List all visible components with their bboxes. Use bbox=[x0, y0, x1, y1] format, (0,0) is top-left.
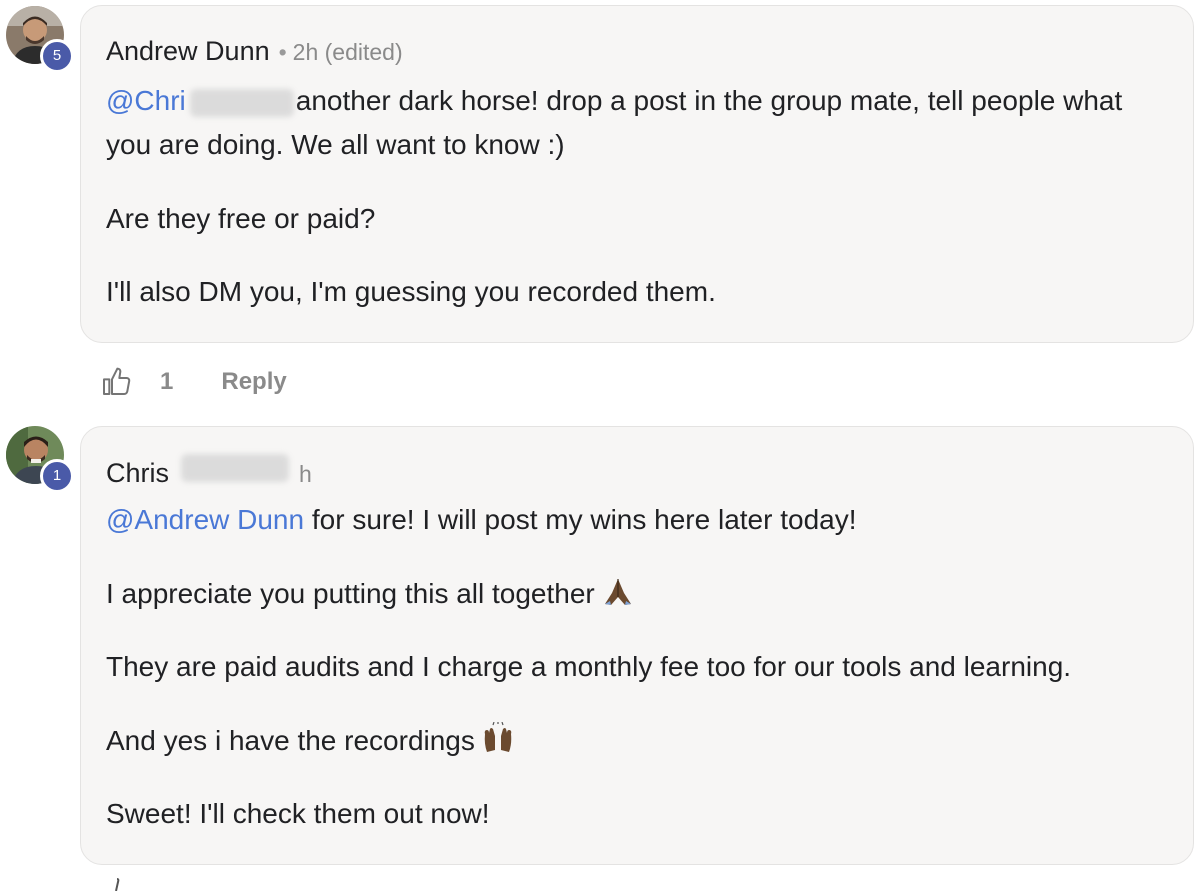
level-badge: 1 bbox=[40, 459, 74, 493]
comment-paragraph: I appreciate you putting this all togeth… bbox=[106, 572, 1186, 620]
comment-text-line1: for sure! I will post my wins here later… bbox=[304, 504, 857, 535]
comment-header: Chris h bbox=[106, 454, 312, 490]
comment-text: @Chri another dark horse! drop a post in … bbox=[106, 79, 1186, 167]
folded-hands-emoji bbox=[601, 576, 635, 620]
mention-link[interactable]: @Andrew Dunn bbox=[106, 504, 304, 535]
comment-bubble: Andrew Dunn • 2h (edited) @Chri another d… bbox=[80, 5, 1194, 343]
comment-bubble: Chris h @Andrew Dunn for sure! I will po… bbox=[80, 426, 1194, 865]
paragraph-text: I appreciate you putting this all togeth… bbox=[106, 578, 595, 609]
redacted-name bbox=[189, 88, 294, 117]
comment-text-line1: another dark horse! drop a post in the g… bbox=[295, 85, 1123, 116]
comment-text: @Andrew Dunn for sure! I will post my wi… bbox=[106, 498, 1186, 542]
author-name[interactable]: Andrew Dunn bbox=[106, 36, 270, 67]
comment-chris: 1 Chris h @Andrew Dunn for sure! I will … bbox=[0, 410, 1200, 880]
reply-button[interactable]: Reply bbox=[221, 368, 286, 396]
comment-paragraph: And yes i have the recordings bbox=[106, 719, 1186, 767]
comment-andrew: 5 Andrew Dunn • 2h (edited) @Chri another… bbox=[0, 0, 1200, 410]
author-name[interactable]: Chris bbox=[106, 458, 169, 489]
thumbs-up-icon bbox=[103, 367, 131, 395]
paragraph-text: And yes i have the recordings bbox=[106, 725, 475, 756]
comment-header: Andrew Dunn • 2h (edited) bbox=[106, 36, 403, 72]
comment-text-line2: you are doing. We all want to know :) bbox=[106, 129, 565, 160]
comment-paragraph: I'll also DM you, I'm guessing you recor… bbox=[106, 276, 716, 307]
timestamp: h bbox=[299, 461, 312, 487]
mention-link[interactable]: @Chri bbox=[106, 85, 186, 116]
comment-paragraph: Sweet! I'll check them out now! bbox=[106, 798, 490, 829]
like-count: 1 bbox=[160, 368, 174, 395]
comment-paragraph: They are paid audits and I charge a mont… bbox=[106, 651, 1072, 682]
raising-hands-emoji bbox=[481, 721, 515, 767]
like-button[interactable]: 1 bbox=[100, 366, 173, 398]
avatar[interactable]: 1 bbox=[6, 426, 74, 493]
comment-actions: 1 Reply bbox=[100, 360, 287, 404]
thumbs-up-icon[interactable] bbox=[104, 876, 128, 896]
timestamp: 2h (edited) bbox=[292, 39, 403, 65]
redacted-name bbox=[181, 454, 290, 482]
avatar[interactable]: 5 bbox=[6, 6, 74, 73]
level-badge: 5 bbox=[40, 39, 74, 73]
separator-dot: • bbox=[278, 39, 287, 65]
comment-paragraph: Are they free or paid? bbox=[106, 203, 376, 234]
